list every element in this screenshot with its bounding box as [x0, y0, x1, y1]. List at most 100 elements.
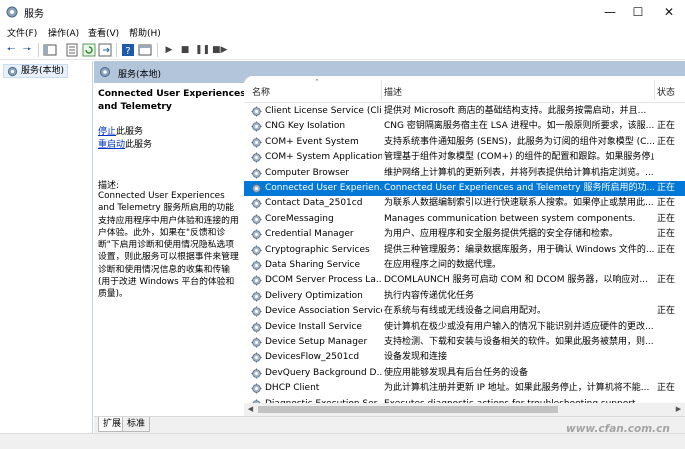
column-header-status[interactable]: 状态	[657, 85, 675, 98]
tab-standard[interactable]: 标准	[122, 417, 151, 432]
service-row[interactable]: Client License Service (Cli... 提供对 Micros…	[244, 104, 685, 119]
play-icon[interactable]: ▶	[162, 43, 176, 57]
back-arrow-icon[interactable]: 🠔	[4, 43, 18, 57]
menu-action[interactable]: 操作(A)	[48, 26, 79, 39]
close-button[interactable]: ✕	[654, 0, 684, 24]
restart-service-link[interactable]: 重启动	[98, 140, 125, 150]
gear-icon	[251, 137, 262, 148]
service-row[interactable]: CoreMessaging Manages communication betwe…	[244, 212, 685, 227]
service-row[interactable]: CNG Key Isolation CNG 密钥隔离服务宿主在 LSA 进程中。如…	[244, 119, 685, 134]
properties-icon[interactable]	[65, 43, 79, 57]
window-title: 服务	[24, 9, 44, 20]
menu-view[interactable]: 查看(V)	[88, 26, 119, 39]
restart-icon[interactable]: ■▶	[212, 43, 227, 57]
service-name: Credential Manager	[265, 229, 354, 240]
toolbar: 🠔 🠖 ? ▶ ■ ❚❚ ■▶	[0, 40, 685, 60]
scroll-right-icon[interactable]: ▶	[672, 403, 685, 416]
column-header-name[interactable]: 名称	[252, 85, 270, 98]
service-row[interactable]: DCOM Server Process La... DCOMLAUNCH 服务可启…	[244, 273, 685, 288]
service-row[interactable]: DevicesFlow_2501cd 设备发现和连接	[244, 350, 685, 365]
service-name: Data Sharing Service	[265, 260, 361, 270]
service-row[interactable]: Device Association Service 在系统与有线或无线设备之间启…	[244, 304, 685, 319]
restart-action: 重启动此服务	[98, 139, 152, 151]
service-status: 正在	[657, 306, 676, 317]
horizontal-scrollbar[interactable]: ◀ ▶	[244, 403, 685, 416]
watermark: www.cfan.com.cn	[566, 423, 670, 435]
service-row[interactable]: Data Sharing Service 在应用程序之间的数据代理。	[244, 258, 685, 273]
tree-item-services-local[interactable]: 服务(本地)	[3, 64, 69, 78]
gear-icon	[251, 368, 262, 379]
service-name: Device Association Service	[265, 306, 382, 317]
service-name: DCOM Server Process La...	[265, 275, 382, 286]
service-row[interactable]: COM+ System Application 管理基于组件对象模型 (COM+)…	[244, 150, 685, 165]
minimize-button[interactable]: —	[595, 0, 625, 24]
pause-icon[interactable]: ❚❚	[195, 43, 210, 57]
service-row[interactable]: Device Setup Manager 支持检测、下载和安装与设备相关的软件。如…	[244, 335, 685, 350]
console-tree: 服务(本地)	[0, 61, 93, 433]
column-header-description[interactable]: 描述	[384, 85, 402, 98]
service-name: COM+ Event System	[265, 136, 359, 147]
service-description: Connected User Experiences and Telemetry…	[384, 183, 654, 193]
service-description: 执行内容传递优化任务	[384, 290, 475, 301]
gear-icon	[251, 214, 262, 225]
gear-icon	[251, 337, 262, 348]
service-status: 正在	[657, 213, 676, 224]
service-name: DHCP Client	[265, 383, 320, 394]
service-description: CNG 密钥隔离服务宿主在 LSA 进程中。如一般原则所要求，该服...	[384, 121, 654, 132]
gear-icon	[251, 168, 262, 179]
gear-icon	[251, 352, 262, 363]
menu-file[interactable]: 文件(F)	[7, 26, 37, 39]
stop-action-suffix: 此服务	[116, 127, 144, 137]
stop-action: 停止此服务	[98, 126, 143, 138]
scrollbar-thumb[interactable]	[258, 406, 558, 413]
refresh-icon[interactable]	[82, 43, 96, 57]
service-description: DCOMLAUNCH 服务可启动 COM 和 DCOM 服务器，以响应对...	[384, 275, 648, 286]
gear-icon	[251, 245, 262, 256]
gear-icon	[251, 275, 262, 286]
service-row[interactable]: DHCP Client 为此计算机注册并更新 IP 地址。如果此服务停止，计算机将…	[244, 381, 685, 396]
service-name: Cryptographic Services	[265, 244, 370, 255]
service-status: 正在	[657, 229, 676, 240]
service-row[interactable]: DevQuery Background D... 使应用能够发现具有后台任务的设备	[244, 366, 685, 381]
stop-icon[interactable]: ■	[178, 43, 192, 57]
menu-bar: 文件(F) 操作(A) 查看(V) 帮助(H)	[0, 24, 685, 40]
service-row[interactable]: Cryptographic Services 提供三种管理服务：编录数据库服务，用…	[244, 243, 685, 258]
service-row[interactable]: Credential Manager 为用户、应用程序和安全服务提供凭据的安全存储…	[244, 227, 685, 242]
stop-service-link[interactable]: 停止	[98, 127, 116, 137]
service-status: 正在	[657, 383, 676, 394]
services-list: ⌃ 名称 描述 状态 Client License Service (Cli..…	[244, 76, 685, 403]
show-hide-tree-icon[interactable]	[43, 43, 57, 57]
service-description: 支持检测、下载和安装与设备相关的软件。如果此服务被禁用，则...	[384, 337, 654, 347]
services-icon	[7, 66, 18, 77]
gear-icon	[251, 383, 262, 394]
service-name: Device Setup Manager	[265, 337, 368, 347]
service-description: 为联系人数据编制索引以进行快速联系人搜索。如果停止或禁用此...	[384, 198, 654, 209]
maximize-button[interactable]: ☐	[623, 0, 653, 24]
service-name: Contact Data_2501cd	[265, 198, 363, 209]
service-row[interactable]: Connected User Experien... Connected User…	[244, 181, 685, 197]
selected-service-title: Connected User Experiences and Telemetry	[98, 88, 246, 112]
service-description: 为此计算机注册并更新 IP 地址。如果此服务停止，计算机将不能...	[384, 383, 650, 394]
menu-help[interactable]: 帮助(H)	[129, 26, 161, 39]
tree-item-label: 服务(本地)	[21, 66, 65, 76]
service-status: 正在	[657, 183, 676, 193]
help-icon[interactable]: ?	[121, 43, 135, 57]
service-row[interactable]: Device Install Service 使计算机在极少或没有用户输入的情况下…	[244, 320, 685, 335]
service-description: 在应用程序之间的数据代理。	[384, 260, 502, 270]
console-icon[interactable]	[138, 43, 152, 57]
export-list-icon[interactable]	[98, 43, 112, 57]
gear-icon	[251, 183, 262, 194]
status-bar	[0, 433, 685, 449]
service-name: DevQuery Background D...	[265, 367, 382, 378]
content-header-title: 服务(本地)	[118, 70, 162, 80]
service-description: 为用户、应用程序和安全服务提供凭据的安全存储和检索。	[384, 229, 619, 240]
services-icon	[100, 67, 110, 77]
forward-arrow-icon[interactable]: 🠖	[20, 43, 34, 57]
service-row[interactable]: Contact Data_2501cd 为联系人数据编制索引以进行快速联系人搜索。…	[244, 196, 685, 211]
service-row[interactable]: Computer Browser 维护网络上计算机的更新列表，并将列表提供给计算机…	[244, 166, 685, 181]
service-description: 提供对 Microsoft 商店的基础结构支持。此服务按需启动，并且...	[384, 106, 647, 116]
service-row[interactable]: COM+ Event System 支持系统事件通知服务 (SENS)，此服务为订…	[244, 135, 685, 150]
service-row[interactable]: Delivery Optimization 执行内容传递优化任务	[244, 289, 685, 304]
service-name: Computer Browser	[265, 167, 350, 178]
scroll-left-icon[interactable]: ◀	[244, 403, 257, 416]
